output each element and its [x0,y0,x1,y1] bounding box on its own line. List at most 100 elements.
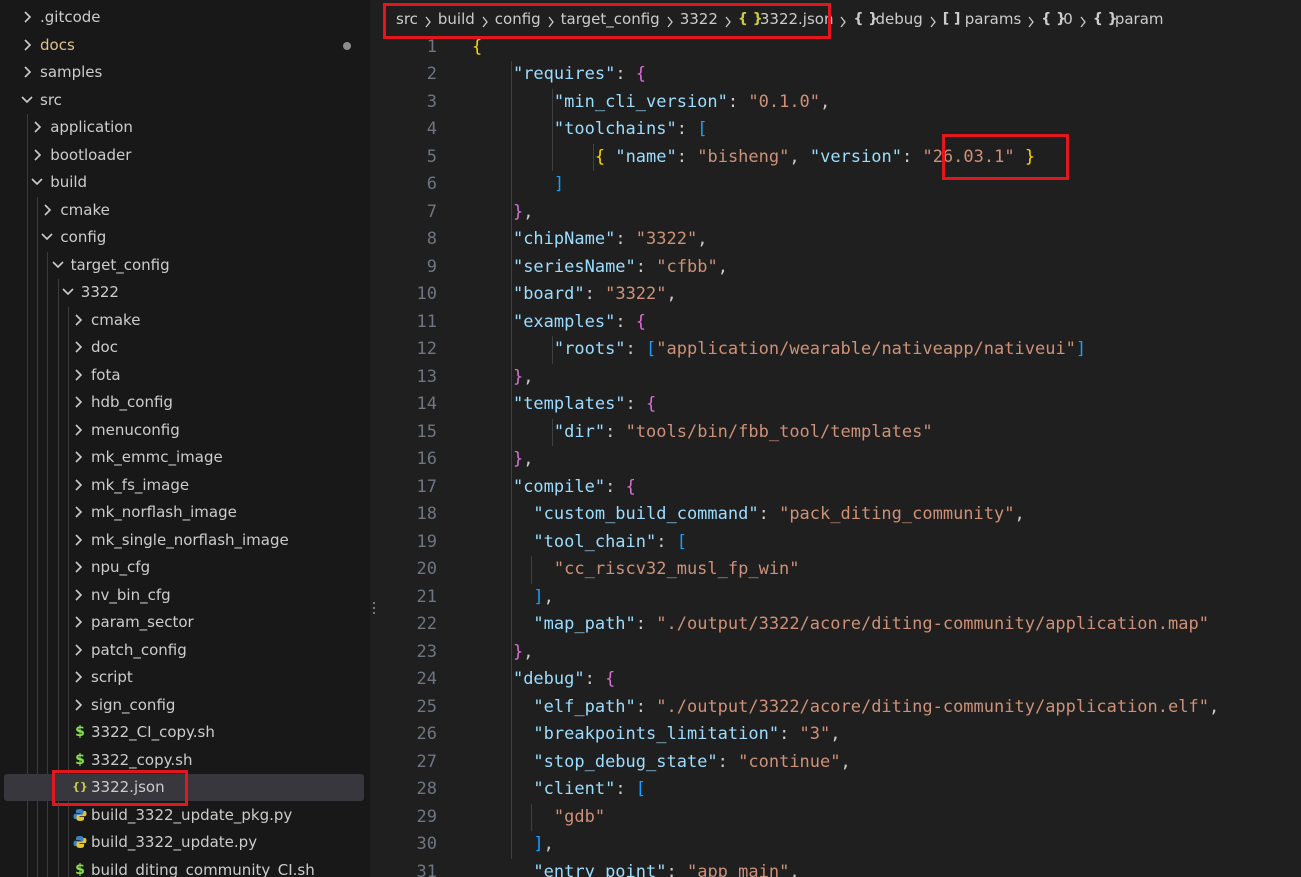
explorer-folder[interactable]: param_sector [0,609,370,636]
code-line[interactable]: }, [472,446,534,474]
shell-file-icon: $ [75,724,85,740]
explorer-folder[interactable]: samples [0,59,370,86]
code-line[interactable]: "compile": { [472,474,636,502]
explorer-folder[interactable]: patch_config [0,637,370,664]
breadcrumb-item[interactable]: build [438,0,475,38]
code-line[interactable]: { "name": "bisheng", "version": "26.03.1… [472,144,1035,172]
code-line[interactable]: }, [472,639,534,667]
explorer-folder[interactable]: mk_norflash_image [0,499,370,526]
code-line[interactable]: "debug": { [472,666,615,694]
code-line[interactable]: "entry_point": "app_main", [472,859,800,877]
code-line[interactable]: "custom_build_command": "pack_diting_com… [472,501,1024,529]
explorer-file[interactable]: $ build_diting_community_CI.sh [0,857,370,877]
code-line[interactable]: "chipName": "3322", [472,226,708,254]
code-line[interactable]: "min_cli_version": "0.1.0", [472,89,830,117]
chevron-down-icon [51,257,65,273]
code-line[interactable]: ] [472,171,564,199]
explorer-folder[interactable]: mk_emmc_image [0,444,370,471]
explorer-folder[interactable]: nv_bin_cfg [0,582,370,609]
breadcrumb-item[interactable]: 3322 [680,0,718,38]
explorer-folder[interactable]: npu_cfg [0,554,370,581]
code-line[interactable]: "dir": "tools/bin/fbb_tool/templates" [472,419,933,447]
code-line[interactable]: "board": "3322", [472,281,677,309]
code-token: : [615,779,636,799]
explorer-folder[interactable]: src [0,87,370,114]
explorer-item-label: fota [91,365,121,384]
explorer-folder[interactable]: build [0,169,370,196]
explorer-folder[interactable]: target_config [0,252,370,279]
explorer-folder[interactable]: .gitcode [0,4,370,31]
code-line[interactable]: ], [472,584,554,612]
code-line[interactable]: ], [472,831,554,859]
explorer-file[interactable]: {} 3322.json [4,774,364,801]
breadcrumb-separator-icon [929,13,937,28]
code-line[interactable]: "stop_debug_state": "continue", [472,749,851,777]
explorer-folder[interactable]: menuconfig [0,417,370,444]
code-token: , [789,861,800,877]
explorer-folder[interactable]: cmake [0,307,370,334]
line-number: 1 [426,36,437,57]
shell-file-icon: $ [75,751,85,768]
explorer-folder[interactable]: 3322 [0,279,370,306]
breadcrumb-item[interactable]: src [396,0,418,38]
explorer-folder[interactable]: hdb_config [0,389,370,416]
explorer-folder[interactable]: bootloader [0,142,370,169]
code-line[interactable]: }, [472,199,534,227]
code-token: : [758,504,780,524]
code-line[interactable]: "roots": ["application/wearable/nativeap… [472,336,1086,364]
code-line[interactable]: { [472,34,482,62]
code-line[interactable]: }, [472,364,534,392]
explorer-item-label: mk_emmc_image [91,448,223,466]
code-line[interactable]: "seriesName": "cfbb", [472,254,728,282]
code-token: "examples" [512,311,616,332]
code-token: : [666,861,687,877]
code-line[interactable]: "examples": { [472,309,646,337]
breadcrumb-item[interactable]: params [965,0,1022,38]
explorer-item-label: samples [40,63,103,81]
explorer-file[interactable]: $3322_CI_copy.sh [0,719,370,746]
code-token: , [840,751,851,772]
breadcrumb-item[interactable]: config [495,0,541,38]
code-line[interactable]: "cc_riscv32_musl_fp_win" [472,556,800,584]
explorer-item-label: patch_config [91,640,187,659]
breadcrumb-item[interactable]: 0 [1063,0,1073,38]
explorer-file[interactable]: $3322_copy.sh [0,747,370,774]
explorer-folder[interactable]: sign_config [0,692,370,719]
explorer-item-label: .gitcode [40,8,101,26]
chevron-down-icon [20,92,34,108]
code-line[interactable]: "map_path": "./output/3322/acore/diting-… [472,611,1209,639]
code-line[interactable]: "templates": { [472,391,656,419]
breadcrumb-item[interactable]: target_config [561,0,660,38]
explorer-folder[interactable]: script [0,664,370,691]
code-line[interactable]: "tool_chain": [ [472,529,687,557]
explorer-folder[interactable]: mk_single_norflash_image [0,527,370,554]
explorer-folder[interactable]: cmake [0,197,370,224]
code-token: : [635,614,657,634]
breadcrumb-item[interactable]: param [1115,0,1164,38]
explorer-folder[interactable]: doc [0,334,370,361]
explorer-folder[interactable]: fota [0,362,370,389]
explorer-item-label: npu_cfg [91,558,151,576]
line-number: 30 [416,834,437,854]
line-number: 20 [416,559,437,579]
code-line[interactable]: "requires": { [472,61,646,89]
code-line[interactable]: "gdb" [472,804,605,832]
code-line[interactable]: "breakpoints_limitation": "3", [472,721,840,749]
code-token: : [676,146,698,167]
code-line[interactable]: "toolchains": [ [472,116,708,144]
line-number: 9 [426,256,437,277]
explorer-item-label: doc [91,338,118,356]
explorer-file[interactable]: build_3322_update_pkg.py [0,802,370,829]
code-line[interactable]: "elf_path": "./output/3322/acore/diting-… [472,694,1219,722]
breadcrumb-item[interactable]: 3322.json [760,0,834,38]
breadcrumb-item[interactable]: debug [875,0,922,38]
explorer-folder[interactable]: docs [0,32,370,59]
explorer-folder[interactable]: application [0,114,370,141]
code-line[interactable]: "client": [ [472,776,646,804]
explorer-folder[interactable]: config [0,224,370,251]
line-number: 12 [416,339,437,359]
explorer-folder[interactable]: mk_fs_image [0,472,370,499]
explorer-file[interactable]: build_3322_update.py [0,829,370,856]
